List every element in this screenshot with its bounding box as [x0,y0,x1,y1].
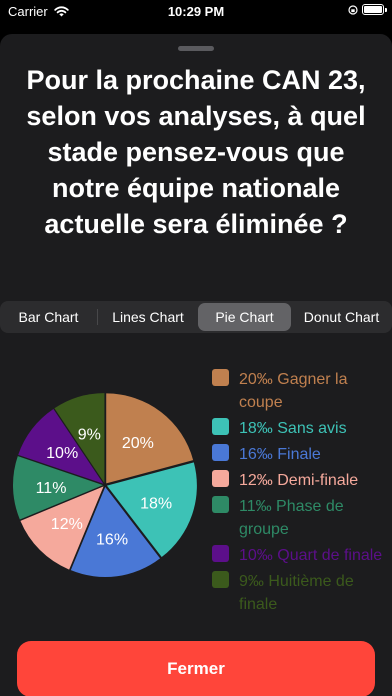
status-right [348,4,387,15]
chart-type-segmented-control[interactable]: Bar Chart Lines Chart Pie Chart Donut Ch… [0,301,392,333]
tab-donut-chart[interactable]: Donut Chart [291,303,392,331]
pie-chart: 20% 18% 16% 12% 11% 10%9% [13,393,197,577]
legend-item: 10‰ Quart de finale [212,544,390,567]
pie-slice-label: 18% [140,495,172,512]
legend-item: 16‰ Finale [212,443,390,466]
legend-item: 9‰ Huitième de finale [212,570,390,616]
pie-slice-label: 11% [36,480,67,497]
question-title: Pour la prochaine CAN 23, selon vos anal… [26,65,366,239]
legend-label: 11‰ Phase de groupe [239,498,344,538]
status-bar: Carrier 10:29 PM [0,0,392,24]
battery-icon [362,4,387,15]
close-button[interactable]: Fermer [17,641,375,696]
legend-swatch [212,418,229,435]
legend-label: 9‰ Huitième de finale [239,573,354,613]
legend-label: 16‰ Finale [239,446,321,463]
legend-item: 18‰ Sans avis [212,417,390,440]
legend-label: 10‰ Quart de finale [239,547,383,564]
orientation-lock-icon [348,4,358,15]
legend-swatch [212,496,229,513]
sheet-grabber[interactable] [178,46,214,51]
legend-swatch [212,470,229,487]
pie-slice-label: 9% [78,426,101,443]
legend-item: 11‰ Phase de groupe [212,495,390,541]
tab-lines-chart[interactable]: Lines Chart [98,303,198,331]
legend-swatch [212,444,229,461]
tab-pie-chart[interactable]: Pie Chart [198,303,291,331]
tab-bar-chart[interactable]: Bar Chart [0,303,97,331]
legend-swatch [212,369,229,386]
status-time: 10:29 PM [167,4,225,19]
bottom-sheet: Pour la prochaine CAN 23, selon vos anal… [0,34,392,696]
legend-label: 18‰ Sans avis [239,420,347,437]
pie-slice-label: 20% [122,435,154,452]
pie-slice-label: 16% [96,532,128,549]
legend-label: 12‰ Demi-finale [239,472,359,489]
chart-legend: 20‰ Gagner la coupe 18‰ Sans avis 16‰ Fi… [212,368,390,619]
legend-item: 20‰ Gagner la coupe [212,368,390,414]
legend-swatch [212,571,229,588]
legend-item: 12‰ Demi-finale [212,469,390,492]
legend-label: 20‰ Gagner la coupe [239,371,348,411]
legend-swatch [212,545,229,562]
pie-slice-label: 12% [51,516,83,533]
chart-area: 20% 18% 16% 12% 11% 10% 9% 20‰ Gagner la coupe… [0,340,392,640]
pie-slice-label: 10% [46,445,78,462]
